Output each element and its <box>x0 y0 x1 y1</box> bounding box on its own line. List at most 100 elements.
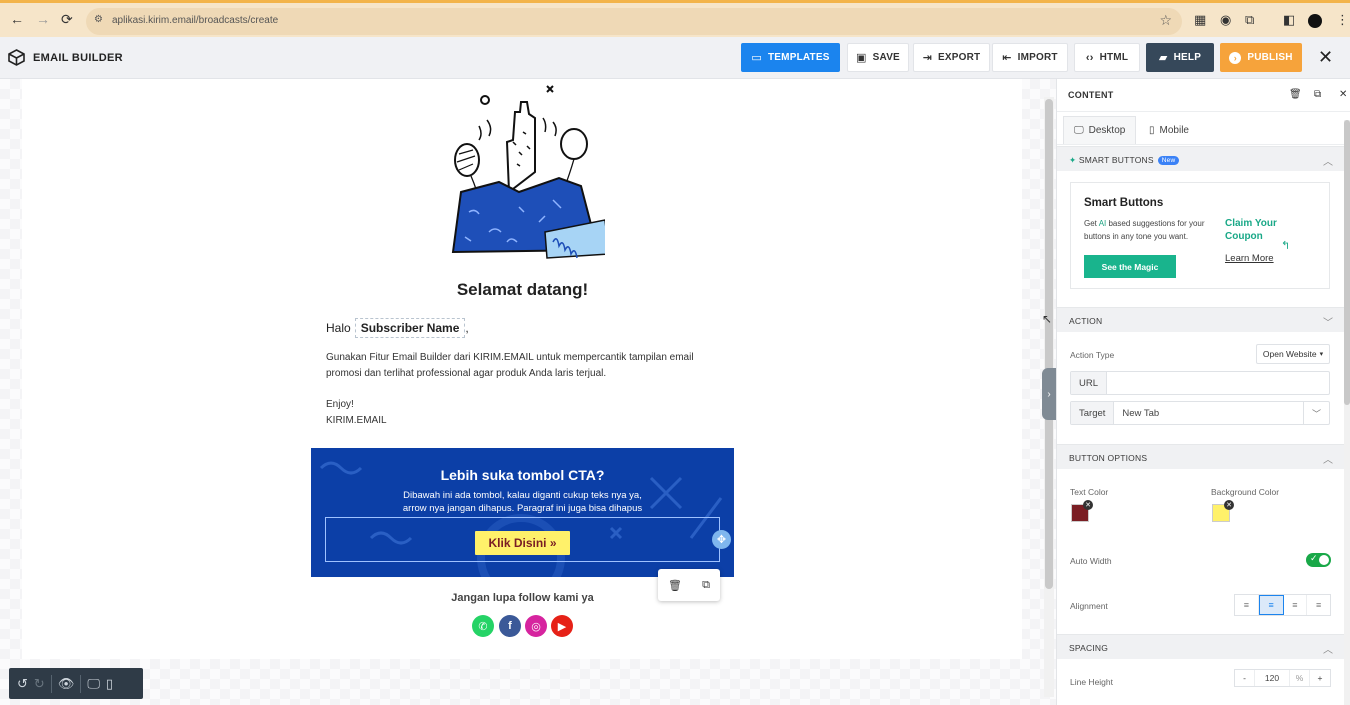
tab-desktop[interactable]: 🖵 Desktop <box>1063 116 1137 144</box>
youtube-icon[interactable]: ▶ <box>551 615 573 637</box>
text-color-swatch[interactable]: ✕ <box>1071 500 1093 522</box>
puzzle-icon[interactable]: ⧉ <box>1245 12 1254 28</box>
back-icon[interactable]: ← <box>10 11 24 27</box>
greeting-line[interactable]: Halo Subscriber Name, <box>326 318 469 338</box>
smart-buttons-card: Smart Buttons Get AI based suggestions f… <box>1070 182 1330 289</box>
move-handle-icon[interactable]: ✥ <box>712 530 731 549</box>
spacing-header[interactable]: SPACING ︿ <box>1057 634 1345 659</box>
trash-icon[interactable]: 🗑 <box>1289 89 1302 100</box>
collapse-panel-tab[interactable]: › <box>1042 368 1056 420</box>
undo-icon[interactable]: ↺ <box>17 676 28 692</box>
save-label: SAVE <box>872 52 900 63</box>
url-field[interactable]: URL <box>1070 371 1330 395</box>
browser-toolbar: ← → ⟳ ⚙ aplikasi.kirim.email/broadcasts/… <box>0 0 1350 37</box>
clear-color-icon[interactable]: ✕ <box>1224 500 1234 510</box>
profile-avatar[interactable] <box>1308 14 1322 28</box>
divider <box>50 674 52 693</box>
email-paragraph[interactable]: Gunakan Fitur Email Builder dari KIRIM.E… <box>326 350 721 381</box>
background-color-swatch[interactable]: ✕ <box>1212 500 1234 522</box>
chevron-down-icon[interactable]: ﹀ <box>1303 402 1329 424</box>
redo-icon[interactable]: ↻ <box>34 676 45 692</box>
app-header: EMAIL BUILDER ▭ TEMPLATES ▣ SAVE ⇥ EXPORT ⇤… <box>0 37 1350 79</box>
email-signoff[interactable]: Enjoy! KIRIM.EMAIL <box>326 397 387 428</box>
celebration-illustration <box>451 85 605 259</box>
whatsapp-icon[interactable]: ✆ <box>472 615 494 637</box>
extension-icon[interactable]: ▦ <box>1194 12 1206 28</box>
merge-tag-subscriber[interactable]: Subscriber Name <box>354 318 466 338</box>
align-left-icon[interactable]: ≡ <box>1235 595 1259 615</box>
cta-button[interactable]: Klik Disini » <box>475 531 570 555</box>
save-button[interactable]: ▣ SAVE <box>847 43 909 72</box>
auto-width-toggle[interactable]: ✓ <box>1306 553 1331 567</box>
cta-subtitle[interactable]: Dibawah ini ada tombol, kalau diganti cu… <box>311 489 734 515</box>
tab-desktop-label: Desktop <box>1088 125 1126 136</box>
editor-canvas: Selamat datang! Halo Subscriber Name, Gun… <box>0 79 1056 705</box>
panel-scroll-thumb[interactable] <box>1344 120 1350 405</box>
reload-icon[interactable]: ⟳ <box>61 11 73 28</box>
greeting-text: Halo <box>326 321 351 335</box>
templates-button[interactable]: ▭ TEMPLATES <box>741 43 840 72</box>
panel-title: CONTENT <box>1068 90 1114 100</box>
panel-scrollbar[interactable] <box>1344 120 1350 705</box>
clear-color-icon[interactable]: ✕ <box>1083 500 1093 510</box>
duplicate-block-icon[interactable]: ⧉ <box>702 579 710 592</box>
instagram-icon[interactable]: ◎ <box>525 615 547 637</box>
site-info-icon[interactable]: ⚙ <box>94 14 103 25</box>
chat-icon: ▰ <box>1158 52 1168 64</box>
action-type-select[interactable]: Open Website ▾ <box>1256 344 1330 364</box>
chevron-up-icon[interactable]: ︿ <box>1323 153 1333 168</box>
chevron-up-icon[interactable]: ︿ <box>1323 641 1333 656</box>
bookmark-star-icon[interactable]: ☆ <box>1159 12 1172 29</box>
learn-more-link[interactable]: Learn More <box>1225 253 1274 264</box>
desktop-view-icon[interactable]: 🖵 <box>87 676 100 692</box>
sidepanel-icon[interactable]: ◧ <box>1283 12 1295 28</box>
preview-eye-icon[interactable]: 👁 <box>58 676 75 692</box>
block-toolbar: 🗑 ⧉ <box>658 569 720 601</box>
help-button[interactable]: ▰ HELP <box>1146 43 1214 72</box>
button-options-header[interactable]: BUTTON OPTIONS ︿ <box>1057 444 1345 469</box>
target-field[interactable]: Target New Tab ﹀ <box>1070 401 1330 425</box>
action-header[interactable]: ACTION ﹀ <box>1057 307 1345 332</box>
email-title[interactable]: Selamat datang! <box>311 280 734 300</box>
smart-buttons-label: ✦ SMART BUTTONS New <box>1069 155 1180 166</box>
menu-dots-icon[interactable]: ⋮ <box>1336 12 1349 28</box>
alignment-label: Alignment <box>1070 601 1108 611</box>
code-icon: ‹› <box>1085 51 1094 64</box>
increment-button[interactable]: + <box>1310 670 1330 686</box>
canvas-scroll-thumb[interactable] <box>1045 99 1053 589</box>
export-button[interactable]: ⇥ EXPORT <box>913 43 990 72</box>
smart-section-title: SMART BUTTONS <box>1078 155 1154 165</box>
phone-icon: ▯ <box>1149 124 1155 136</box>
auto-width-label: Auto Width <box>1070 556 1112 566</box>
mobile-view-icon[interactable]: ▯ <box>106 676 113 692</box>
align-justify-icon[interactable]: ≡ <box>1307 595 1330 615</box>
url-label: URL <box>1071 372 1108 394</box>
caret-down-icon: ▾ <box>1319 351 1324 358</box>
duplicate-icon[interactable]: ⧉ <box>1314 89 1321 100</box>
import-button[interactable]: ⇤ IMPORT <box>992 43 1068 72</box>
forward-icon[interactable]: → <box>36 11 50 27</box>
target-value[interactable]: New Tab <box>1114 402 1303 424</box>
align-right-icon[interactable]: ≡ <box>1284 595 1308 615</box>
decrement-button[interactable]: - <box>1235 670 1255 686</box>
chevron-up-icon[interactable]: ︿ <box>1323 451 1333 466</box>
cta-title[interactable]: Lebih suka tombol CTA? <box>311 467 734 483</box>
cta-section[interactable]: Lebih suka tombol CTA? Dibawah ini ada t… <box>311 448 734 577</box>
action-type-value: Open Website <box>1262 349 1317 359</box>
alignment-buttons: ≡ ≡ ≡ ≡ <box>1234 594 1331 616</box>
align-center-icon[interactable]: ≡ <box>1258 595 1284 615</box>
facebook-icon[interactable]: f <box>499 615 521 637</box>
smart-buttons-header[interactable]: ✦ SMART BUTTONS New ︿ <box>1057 146 1345 171</box>
address-bar[interactable]: ⚙ aplikasi.kirim.email/broadcasts/create… <box>86 8 1182 35</box>
delete-block-icon[interactable]: 🗑 <box>668 579 682 592</box>
extension-icon-2[interactable]: ◉ <box>1220 12 1231 28</box>
publish-button[interactable]: › PUBLISH <box>1220 43 1302 72</box>
html-button[interactable]: ‹› HTML <box>1074 43 1140 72</box>
url-input[interactable] <box>1107 372 1329 394</box>
close-icon[interactable]: ✕ <box>1318 47 1333 68</box>
line-height-input[interactable]: 120 <box>1255 670 1290 686</box>
chevron-down-icon[interactable]: ﹀ <box>1323 314 1333 329</box>
see-the-magic-button[interactable]: See the Magic <box>1084 255 1176 278</box>
tab-mobile[interactable]: ▯ Mobile <box>1139 116 1199 144</box>
close-panel-icon[interactable]: ✕ <box>1339 89 1347 100</box>
